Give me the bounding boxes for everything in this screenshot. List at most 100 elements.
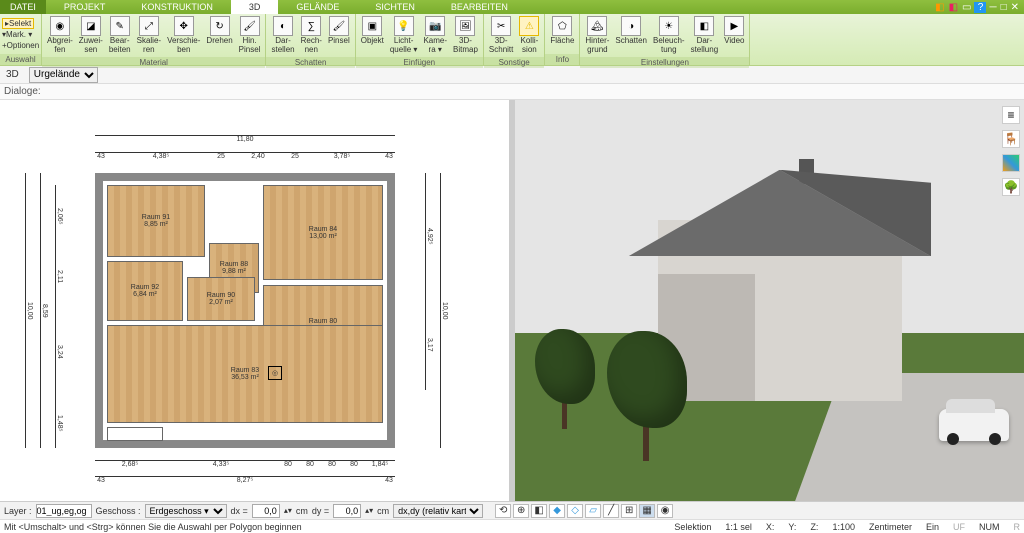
mini-icon[interactable]: ◇ bbox=[567, 504, 583, 518]
layers-icon[interactable]: ≡ bbox=[1002, 106, 1020, 124]
ribbon-group-label: Schatten bbox=[266, 57, 354, 68]
mini-icon[interactable]: ◆ bbox=[549, 504, 565, 518]
ribbon-mark[interactable]: ▾Mark. ▾ bbox=[2, 29, 32, 40]
materials-icon[interactable] bbox=[1002, 154, 1020, 172]
hint-text: Mit <Umschalt> und <Strg> können Sie die… bbox=[4, 522, 302, 532]
dim-total-width: 11,80 bbox=[95, 135, 395, 143]
mini-icon[interactable]: ▱ bbox=[585, 504, 601, 518]
coord-mode-select[interactable]: dx,dy (relativ kartesisch) bbox=[393, 504, 483, 518]
layer-input[interactable] bbox=[36, 504, 92, 518]
btn-flaeche[interactable]: ⬠Fläche bbox=[547, 15, 577, 47]
btn-kollision[interactable]: ⚠Kolli- sion bbox=[516, 15, 542, 56]
titlebar-icon[interactable]: ▭ bbox=[961, 2, 972, 13]
terrain-select[interactable]: Urgelände bbox=[29, 67, 98, 83]
dy-input[interactable] bbox=[333, 504, 361, 518]
view3d-side-toolbar: ≡ 🪑 🌳 bbox=[1002, 106, 1020, 196]
dim-left-859: 8,59 bbox=[40, 173, 48, 448]
status-y: Y: bbox=[788, 522, 796, 532]
furniture-icon[interactable]: 🪑 bbox=[1002, 130, 1020, 148]
btn-beleuchtung[interactable]: ☀Beleuch- tung bbox=[650, 15, 688, 56]
tree bbox=[535, 329, 595, 429]
house-3d bbox=[658, 220, 902, 400]
btn-verschieben[interactable]: ✥Verschie- ben bbox=[164, 15, 203, 56]
layer-label: Layer : bbox=[4, 506, 32, 516]
mini-icon[interactable]: ◧ bbox=[531, 504, 547, 518]
close-icon[interactable]: ✕ bbox=[1010, 2, 1020, 13]
btn-skalieren[interactable]: ⤢Skalie- ren bbox=[134, 15, 164, 56]
ribbon-group-label: Einfügen bbox=[356, 57, 483, 68]
minimize-icon[interactable]: ─ bbox=[988, 2, 997, 13]
btn-3dbitmap[interactable]: 🖼3D- Bitmap bbox=[450, 15, 481, 56]
floor-plan: Raum 918,85 m² Raum 8413,00 m² Raum 926,… bbox=[95, 173, 395, 448]
status-uf: UF bbox=[953, 522, 965, 532]
plant-icon[interactable]: 🌳 bbox=[1002, 178, 1020, 196]
mini-icon[interactable]: ⊞ bbox=[621, 504, 637, 518]
titlebar-icon[interactable]: ◧ bbox=[934, 2, 945, 13]
mini-icon[interactable]: ◉ bbox=[657, 504, 673, 518]
btn-zuweisen[interactable]: ◪Zuwei- sen bbox=[76, 15, 106, 56]
menu-bar: DATEI PROJEKT KONSTRUKTION 3D GELÄNDE SI… bbox=[0, 0, 1024, 14]
ribbon-selekt[interactable]: ▸Selekt bbox=[2, 18, 34, 29]
status-ratio: 1:100 bbox=[832, 522, 855, 532]
entrance bbox=[107, 427, 163, 441]
status-unit: Zentimeter bbox=[869, 522, 912, 532]
btn-schatten[interactable]: ◑Schatten bbox=[612, 15, 650, 47]
plan-view-2d[interactable]: 11,80 43 4,38⁵ 25 2,40 25 3,78⁵ 43 Raum … bbox=[0, 100, 509, 501]
mini-icon[interactable]: ▦ bbox=[639, 504, 655, 518]
maximize-icon[interactable]: □ bbox=[1000, 2, 1008, 13]
btn-hinpinsel[interactable]: 🖌Hin. Pinsel bbox=[236, 15, 264, 56]
room-91[interactable]: Raum 918,85 m² bbox=[107, 185, 205, 257]
btn-hintergrund[interactable]: 🏔Hinter- grund bbox=[582, 15, 612, 56]
status-x: X: bbox=[766, 522, 775, 532]
view-selector-bar: 3D Urgelände bbox=[0, 66, 1024, 84]
origin-marker: ◎ bbox=[268, 366, 282, 380]
menu-gelaende[interactable]: GELÄNDE bbox=[278, 0, 357, 14]
btn-pinsel[interactable]: 🖌Pinsel bbox=[325, 15, 353, 47]
ribbon: ▸Selekt ▾Mark. ▾ +Optionen Auswahl ◉Abgr… bbox=[0, 14, 1024, 66]
geschoss-select[interactable]: Erdgeschoss ▾ bbox=[145, 504, 227, 518]
help-icon[interactable]: ? bbox=[974, 2, 986, 13]
btn-objekt[interactable]: ▣Objekt bbox=[358, 15, 387, 47]
btn-abgreifen[interactable]: ◉Abgrei- fen bbox=[44, 15, 76, 56]
ribbon-group-label: Info bbox=[545, 54, 579, 65]
dx-input[interactable] bbox=[252, 504, 280, 518]
ribbon-optionen[interactable]: +Optionen bbox=[2, 40, 39, 51]
btn-darstellen[interactable]: ◐Dar- stellen bbox=[268, 15, 297, 56]
btn-drehen[interactable]: ↻Drehen bbox=[203, 15, 235, 47]
view-label: 3D bbox=[0, 69, 25, 80]
status-bar: Mit <Umschalt> und <Strg> können Sie die… bbox=[0, 519, 1024, 533]
btn-bearbeiten[interactable]: ✎Bear- beiten bbox=[106, 15, 134, 56]
room-92[interactable]: Raum 926,84 m² bbox=[107, 261, 183, 321]
btn-3dschnitt[interactable]: ✂3D- Schnitt bbox=[486, 15, 516, 56]
view-3d[interactable]: ≡ 🪑 🌳 bbox=[515, 100, 1024, 501]
menu-3d[interactable]: 3D bbox=[231, 0, 279, 14]
btn-rechnen[interactable]: ∑Rech- nen bbox=[298, 15, 325, 56]
mini-icon[interactable]: ⊕ bbox=[513, 504, 529, 518]
ribbon-group-label: Auswahl bbox=[0, 54, 41, 65]
room-83[interactable]: Raum 8336,53 m² ◎ bbox=[107, 325, 383, 423]
titlebar-icon[interactable]: ◧ bbox=[948, 2, 959, 13]
status-num: NUM bbox=[979, 522, 1000, 532]
menu-datei[interactable]: DATEI bbox=[0, 0, 46, 14]
mini-icon[interactable]: ╱ bbox=[603, 504, 619, 518]
ribbon-group-label: Sonstige bbox=[484, 57, 544, 68]
menu-projekt[interactable]: PROJEKT bbox=[46, 0, 124, 14]
bottom-toolbar: Layer : Geschoss : Erdgeschoss ▾ dx = ▴▾… bbox=[0, 501, 1024, 519]
car bbox=[939, 409, 1009, 441]
menu-konstruktion[interactable]: KONSTRUKTION bbox=[123, 0, 231, 14]
workspace: 11,80 43 4,38⁵ 25 2,40 25 3,78⁵ 43 Raum … bbox=[0, 100, 1024, 501]
mini-icon[interactable]: ⟲ bbox=[495, 504, 511, 518]
btn-darstellung[interactable]: ◧Dar- stellung bbox=[688, 15, 722, 56]
menu-sichten[interactable]: SICHTEN bbox=[357, 0, 433, 14]
btn-kamera[interactable]: 📷Kame- ra ▾ bbox=[420, 15, 450, 56]
btn-video[interactable]: ▶Video bbox=[721, 15, 747, 47]
status-scale: 1:1 sel bbox=[725, 522, 752, 532]
tree bbox=[607, 331, 687, 461]
room-90[interactable]: Raum 902,07 m² bbox=[187, 277, 255, 321]
dialoge-bar: Dialoge: bbox=[0, 84, 1024, 100]
menu-bearbeiten[interactable]: BEARBEITEN bbox=[433, 0, 526, 14]
dim-left-outer: 10,00 bbox=[25, 173, 33, 448]
titlebar-right-icons: ◧ ◧ ▭ ? ─ □ ✕ bbox=[934, 2, 1024, 13]
btn-lichtquelle[interactable]: 💡Licht- quelle ▾ bbox=[387, 15, 421, 56]
room-84[interactable]: Raum 8413,00 m² bbox=[263, 185, 383, 280]
